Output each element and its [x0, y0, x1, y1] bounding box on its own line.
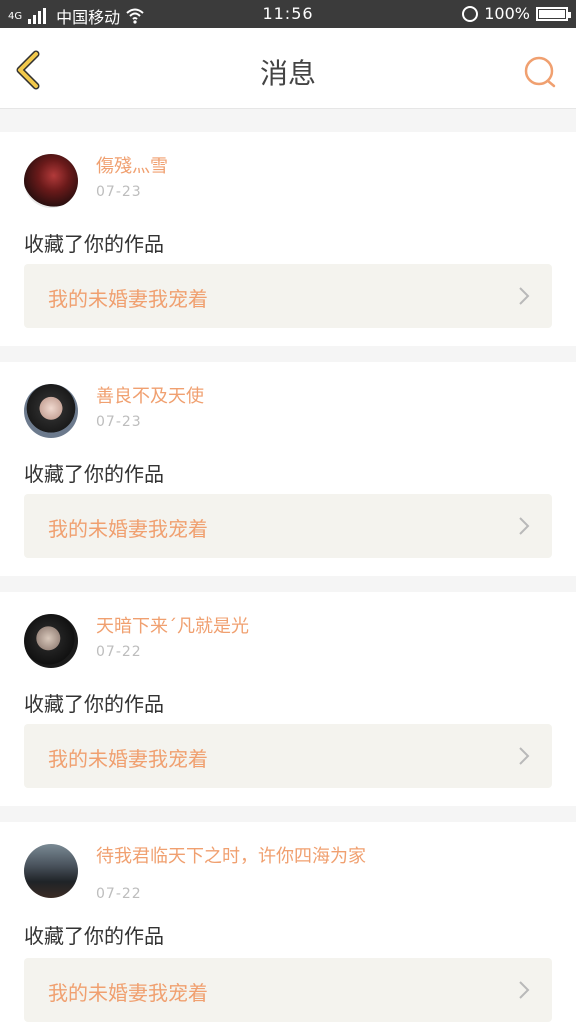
chevron-right-icon [519, 287, 530, 305]
avatar[interactable] [24, 614, 78, 668]
username[interactable]: 天暗下来´凡就是光 [96, 616, 386, 638]
work-title: 我的未婚妻我宠着 [48, 981, 208, 1005]
work-link[interactable]: 我的未婚妻我宠着 [24, 264, 552, 328]
work-link[interactable]: 我的未婚妻我宠着 [24, 958, 552, 1022]
message-date: 07-23 [96, 414, 142, 430]
chevron-right-icon [519, 517, 530, 535]
work-title: 我的未婚妻我宠着 [48, 287, 208, 311]
message-card: 天暗下来´凡就是光 07-22 收藏了你的作品 我的未婚妻我宠着 [0, 592, 576, 806]
username[interactable]: 傷殘灬雪 [96, 156, 386, 178]
chevron-right-icon [519, 981, 530, 999]
message-card: 傷殘灬雪 07-23 收藏了你的作品 我的未婚妻我宠着 [0, 132, 576, 346]
work-title: 我的未婚妻我宠着 [48, 747, 208, 771]
message-date: 07-22 [96, 644, 142, 660]
chevron-right-icon [519, 747, 530, 765]
username[interactable]: 待我君临天下之时，许你四海为家 [96, 846, 386, 868]
battery-percent: 100% [484, 4, 530, 23]
message-card: 待我君临天下之时，许你四海为家 07-22 收藏了你的作品 我的未婚妻我宠着 [0, 822, 576, 1024]
action-text: 收藏了你的作品 [24, 692, 164, 716]
avatar[interactable] [24, 384, 78, 438]
work-link[interactable]: 我的未婚妻我宠着 [24, 724, 552, 788]
page-title: 消息 [259, 57, 316, 90]
status-bar: 4G 中国移动 11:56 100% [0, 0, 576, 28]
search-icon[interactable] [522, 54, 558, 90]
message-date: 07-23 [96, 184, 142, 200]
work-link[interactable]: 我的未婚妻我宠着 [24, 494, 552, 558]
avatar[interactable] [24, 154, 78, 208]
status-right: 100% [462, 4, 571, 23]
avatar[interactable] [24, 844, 78, 898]
work-title: 我的未婚妻我宠着 [48, 517, 208, 541]
username[interactable]: 善良不及天使 [96, 386, 386, 408]
message-card: 善良不及天使 07-23 收藏了你的作品 我的未婚妻我宠着 [0, 362, 576, 576]
message-date: 07-22 [96, 886, 142, 902]
action-text: 收藏了你的作品 [24, 462, 164, 486]
action-text: 收藏了你的作品 [24, 924, 164, 948]
action-text: 收藏了你的作品 [24, 232, 164, 256]
alarm-icon [462, 5, 479, 22]
battery-icon [536, 6, 571, 21]
header: 消息 [0, 28, 576, 109]
